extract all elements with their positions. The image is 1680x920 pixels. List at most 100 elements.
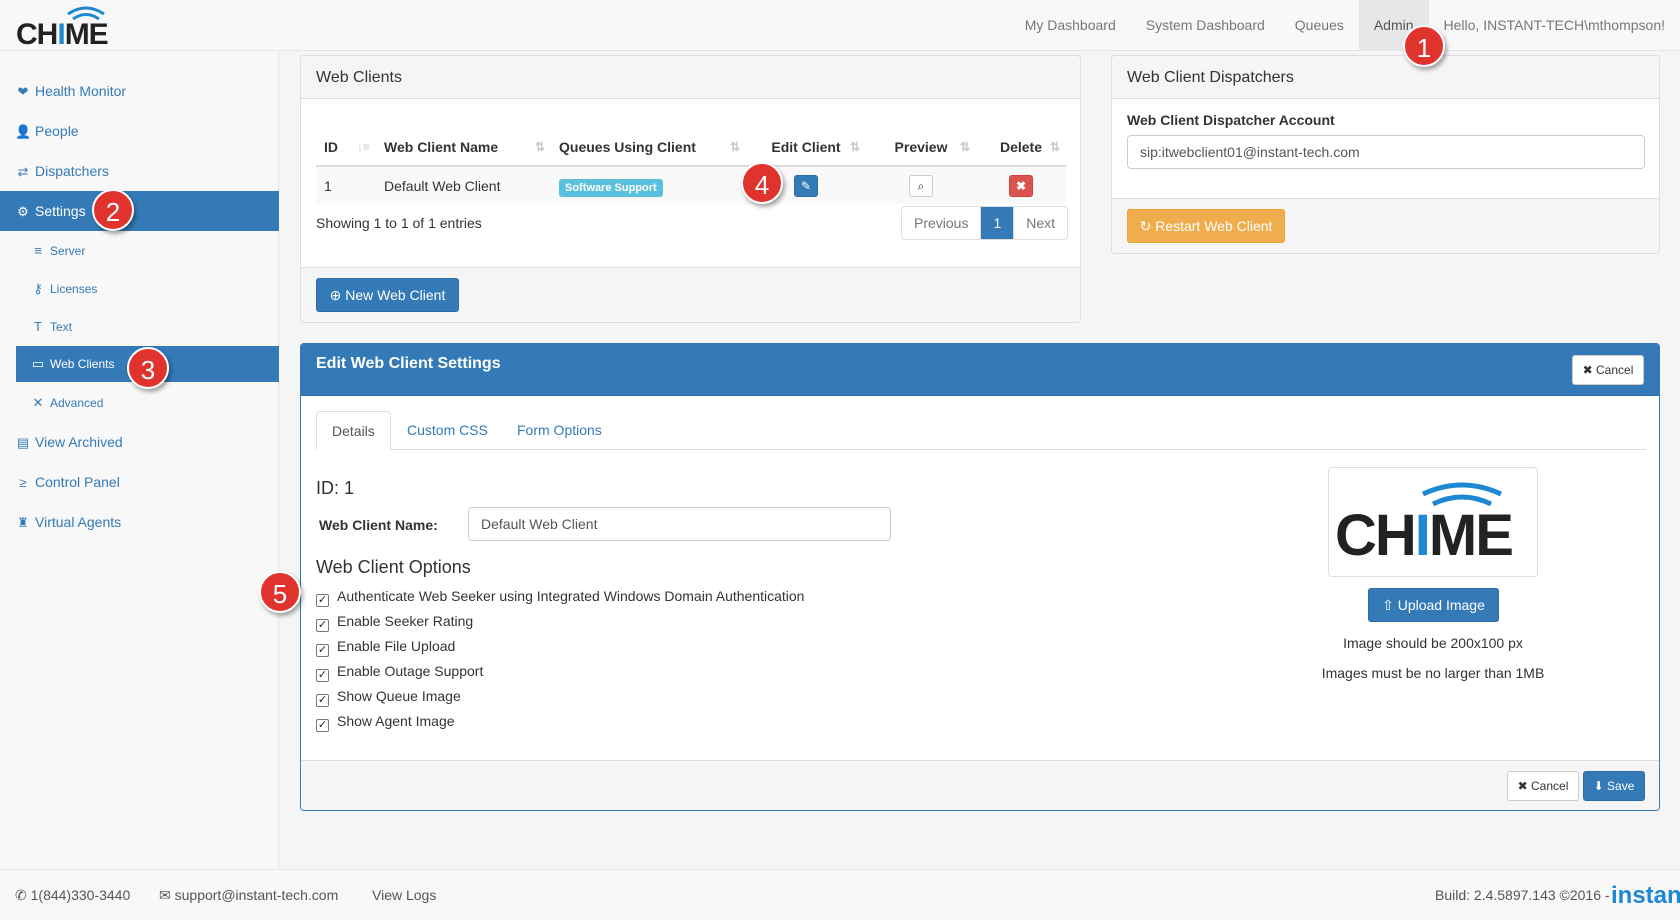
queue-label[interactable]: Software Support <box>559 178 663 197</box>
web-clients-title: Web Clients <box>301 56 1080 99</box>
refresh-icon: ↻ <box>1139 218 1152 234</box>
nav-queues[interactable]: Queues <box>1280 0 1359 50</box>
pagination: Previous 1 Next <box>901 206 1069 240</box>
pager-next[interactable]: Next <box>1014 207 1067 239</box>
restart-web-client-button[interactable]: ↻ Restart Web Client <box>1127 209 1285 243</box>
upload-image-button[interactable]: ⇧ Upload Image <box>1368 588 1499 622</box>
tab-form-options[interactable]: Form Options <box>502 411 617 450</box>
sort-icon: ↓≡ <box>356 140 370 154</box>
dispatcher-account-input[interactable]: sip:itwebclient01@instant-tech.com <box>1127 135 1645 169</box>
client-image-preview: CHIME <box>1328 467 1538 577</box>
col-edit-client[interactable]: Edit Client ⇅ <box>746 128 866 167</box>
option-outage-support[interactable]: ✓ Enable Outage Support <box>316 661 483 682</box>
sidebar-item-server[interactable]: ≡ Server <box>0 231 279 271</box>
checkbox-checked-icon[interactable]: ✓ <box>316 619 329 632</box>
pager-previous[interactable]: Previous <box>902 207 982 239</box>
terminal-icon: ≥ <box>19 475 27 490</box>
image-weight-hint: Images must be no larger than 1MB <box>1321 665 1545 681</box>
plus-circle-icon: ⊕ <box>329 287 342 303</box>
edit-client-button[interactable]: ✎ <box>794 174 818 197</box>
user-greeting[interactable]: Hello, INSTANT-TECH\mthompson! <box>1429 0 1680 50</box>
col-delete[interactable]: Delete ⇅ <box>976 128 1066 167</box>
checkbox-checked-icon[interactable]: ✓ <box>316 594 329 607</box>
tab-details[interactable]: Details <box>316 411 391 450</box>
logo-wordmark: CHIME <box>16 18 109 51</box>
sidebar-item-health-monitor[interactable]: ❤ Health Monitor <box>0 71 279 111</box>
checkbox-checked-icon[interactable]: ✓ <box>316 694 329 707</box>
user-icon: 👤 <box>15 124 32 139</box>
delete-button[interactable]: ✖ <box>1009 174 1033 197</box>
cancel-top-button[interactable]: ✖ Cancel <box>1572 355 1644 385</box>
cancel-bottom-button[interactable]: ✖ Cancel <box>1507 771 1579 801</box>
phone-icon: ✆ <box>15 887 27 903</box>
sort-icon: ⇅ <box>1049 140 1060 154</box>
sidebar-item-text[interactable]: T Text <box>0 307 279 347</box>
sidebar-item-licenses[interactable]: ⚷ Licenses <box>0 269 279 309</box>
instant-brand-logo[interactable]: instant <box>1611 870 1680 920</box>
gear-icon: ⚙ <box>17 204 29 219</box>
checkbox-checked-icon[interactable]: ✓ <box>316 719 329 732</box>
checkbox-checked-icon[interactable]: ✓ <box>316 644 329 657</box>
comment-icon: ▭ <box>31 356 45 371</box>
edit-icon: ✎ <box>800 178 812 193</box>
sidebar: ❤ Health Monitor 👤 People ⇄ Dispatchers ⚙ Se… <box>0 51 279 869</box>
sidebar-item-virtual-agents[interactable]: ♜ Virtual Agents <box>0 502 279 542</box>
checkbox-checked-icon[interactable]: ✓ <box>316 669 329 682</box>
options-heading: Web Client Options <box>316 557 471 577</box>
web-clients-panel: Web Clients ID ↓≡ Web Client Name ⇅ Queues… <box>300 55 1081 323</box>
chime-logo[interactable]: CHIME <box>16 6 116 51</box>
tab-custom-css[interactable]: Custom CSS <box>392 411 503 450</box>
edit-panel-footer: ✖ Cancel ⬇ Save <box>301 760 1659 810</box>
preview-button[interactable]: ⌕ <box>909 174 933 197</box>
close-icon: ✖ <box>1517 779 1528 793</box>
new-web-client-button[interactable]: ⊕ New Web Client <box>316 278 459 312</box>
preview-wordmark: CHIME <box>1335 503 1514 568</box>
archive-icon: ▤ <box>16 435 30 450</box>
envelope-icon: ✉ <box>159 887 171 903</box>
dispatchers-panel: Web Client Dispatchers Web Client Dispat… <box>1111 55 1660 254</box>
sidebar-item-control-panel[interactable]: ≥ Control Panel <box>0 462 279 502</box>
pager-page-1[interactable]: 1 <box>981 207 1015 239</box>
sort-icon: ⇅ <box>729 140 740 154</box>
callout-badge-2: 2 <box>92 189 134 231</box>
col-id[interactable]: ID ↓≡ <box>316 128 376 167</box>
option-queue-image[interactable]: ✓ Show Queue Image <box>316 686 461 707</box>
support-phone[interactable]: ✆ 1(844)330-3440 <box>15 870 130 920</box>
close-icon: ✖ <box>1015 178 1027 193</box>
option-seeker-rating[interactable]: ✓ Enable Seeker Rating <box>316 611 473 632</box>
sort-icon: ⇅ <box>849 140 860 154</box>
callout-badge-3: 3 <box>127 347 169 389</box>
upload-icon: ⇧ <box>1382 597 1394 613</box>
sidebar-item-view-archived[interactable]: ▤ View Archived <box>0 422 279 462</box>
entries-info: Showing 1 to 1 of 1 entries <box>316 215 482 231</box>
exchange-icon: ⇄ <box>17 164 29 179</box>
option-authenticate[interactable]: ✓ Authenticate Web Seeker using Integrate… <box>316 586 804 607</box>
col-web-client-name[interactable]: Web Client Name ⇅ <box>376 128 551 167</box>
table-row: 1 Default Web Client Software Support ✎ … <box>316 166 1066 204</box>
web-client-name-input[interactable]: Default Web Client <box>468 507 891 541</box>
sidebar-item-people[interactable]: 👤 People <box>0 111 279 151</box>
view-logs-link[interactable]: View Logs <box>372 870 436 920</box>
col-queues-using-client[interactable]: Queues Using Client ⇅ <box>551 128 746 167</box>
edit-panel-title: Edit Web Client Settings <box>301 344 1659 396</box>
page-footer: ✆ 1(844)330-3440 ✉ support@instant-tech.… <box>0 869 1680 920</box>
col-preview[interactable]: Preview ⇅ <box>866 128 976 167</box>
top-nav: My Dashboard System Dashboard Queues Adm… <box>1010 0 1680 50</box>
callout-badge-1: 1 <box>1403 25 1445 67</box>
cell-id: 1 <box>316 166 376 204</box>
edit-web-client-panel: Edit Web Client Settings ✖ Cancel Detail… <box>300 343 1660 811</box>
close-icon: ✖ <box>1582 363 1593 377</box>
save-button[interactable]: ⬇ Save <box>1583 771 1645 801</box>
nav-my-dashboard[interactable]: My Dashboard <box>1010 0 1131 50</box>
support-email[interactable]: ✉ support@instant-tech.com <box>159 870 338 920</box>
sidebar-item-advanced[interactable]: ✕ Advanced <box>0 383 279 423</box>
build-info: Build: 2.4.5897.143 ©2016 - <box>1435 887 1610 903</box>
option-agent-image[interactable]: ✓ Show Agent Image <box>316 711 455 732</box>
option-file-upload[interactable]: ✓ Enable File Upload <box>316 636 455 657</box>
wrench-icon: ✕ <box>32 395 44 410</box>
edit-tabs: Details Custom CSS Form Options <box>316 411 1646 450</box>
sidebar-item-dispatchers[interactable]: ⇄ Dispatchers <box>0 151 279 191</box>
server-icon: ≡ <box>34 243 42 258</box>
nav-system-dashboard[interactable]: System Dashboard <box>1131 0 1280 50</box>
sidebar-item-settings[interactable]: ⚙ Settings <box>0 191 279 231</box>
